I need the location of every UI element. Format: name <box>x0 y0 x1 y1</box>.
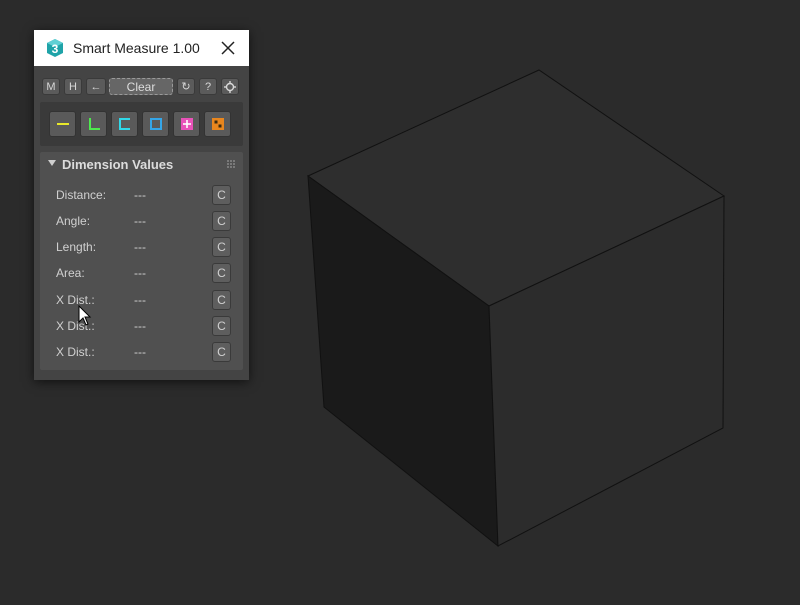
distance-value: --- <box>134 188 146 202</box>
x-dist-copy-button[interactable]: C <box>212 316 231 336</box>
x-dist-copy-button[interactable]: C <box>212 290 231 310</box>
settings-gear-icon <box>224 81 236 93</box>
x-dist-value: --- <box>134 293 146 307</box>
x-dist-value: --- <box>134 345 146 359</box>
length-measure-tool-button[interactable] <box>111 111 138 137</box>
length-row: Length: --- C <box>40 236 243 258</box>
settings-button[interactable] <box>221 78 239 95</box>
close-button[interactable] <box>217 37 239 59</box>
x-dist-row: X Dist.: --- C <box>40 289 243 311</box>
dimension-values-rollout: Dimension Values Distance: --- C Angle: … <box>40 152 243 370</box>
area-label: Area: <box>56 266 85 280</box>
toolbar: M H ← Clear ↻ ? <box>42 78 242 96</box>
x-dist-row: X Dist.: --- C <box>40 315 243 337</box>
x-dist-label: X Dist.: <box>56 345 95 359</box>
angle-row: Angle: --- C <box>40 210 243 232</box>
line-measure-tool-button[interactable] <box>49 111 76 137</box>
angle-label: Angle: <box>56 214 91 228</box>
x-dist-value: --- <box>134 319 146 333</box>
grip-icon[interactable] <box>227 160 235 168</box>
help-button[interactable]: ? <box>199 78 217 95</box>
app-icon-label: 3 <box>52 42 59 56</box>
add-point-tool-button[interactable] <box>173 111 200 137</box>
grid-point-icon <box>211 118 224 130</box>
mouse-cursor-icon <box>78 305 92 326</box>
distance-row: Distance: --- C <box>40 184 243 206</box>
close-icon <box>221 41 235 55</box>
rollout-header[interactable]: Dimension Values <box>40 152 243 176</box>
title-bar[interactable]: 3 Smart Measure 1.00 <box>34 30 249 66</box>
smart-measure-window: 3 Smart Measure 1.00 M H ← Clear ↻ ? Dim… <box>34 30 249 380</box>
x-dist-row: X Dist.: --- C <box>40 341 243 363</box>
measure-tools-panel <box>40 102 243 146</box>
distance-label: Distance: <box>56 188 107 202</box>
x-dist-copy-button[interactable]: C <box>212 342 231 362</box>
angle-measure-tool-button[interactable] <box>80 111 107 137</box>
distance-copy-button[interactable]: C <box>212 185 231 205</box>
window-title: Smart Measure 1.00 <box>73 40 200 56</box>
length-value: --- <box>134 240 146 254</box>
3ds-max-app-icon: 3 <box>47 39 63 57</box>
clear-button[interactable]: Clear <box>109 78 173 95</box>
angle-copy-button[interactable]: C <box>212 211 231 231</box>
refresh-button[interactable]: ↻ <box>177 78 195 95</box>
length-copy-button[interactable]: C <box>212 237 231 257</box>
measure-button[interactable]: M <box>42 78 60 95</box>
line-measure-icon <box>56 123 69 125</box>
length-measure-icon <box>118 118 130 130</box>
grid-point-tool-button[interactable] <box>204 111 231 137</box>
rollout-title: Dimension Values <box>62 157 174 172</box>
length-label: Length: <box>56 240 97 254</box>
area-row: Area: --- C <box>40 262 243 284</box>
angle-measure-icon <box>88 118 100 130</box>
angle-value: --- <box>134 214 146 228</box>
add-point-icon <box>180 118 193 130</box>
history-button[interactable]: H <box>64 78 82 95</box>
area-measure-tool-button[interactable] <box>142 111 169 137</box>
area-value: --- <box>134 266 146 280</box>
area-measure-icon <box>149 118 162 130</box>
back-button[interactable]: ← <box>86 78 106 95</box>
collapse-arrow-icon <box>48 160 56 166</box>
area-copy-button[interactable]: C <box>212 263 231 283</box>
